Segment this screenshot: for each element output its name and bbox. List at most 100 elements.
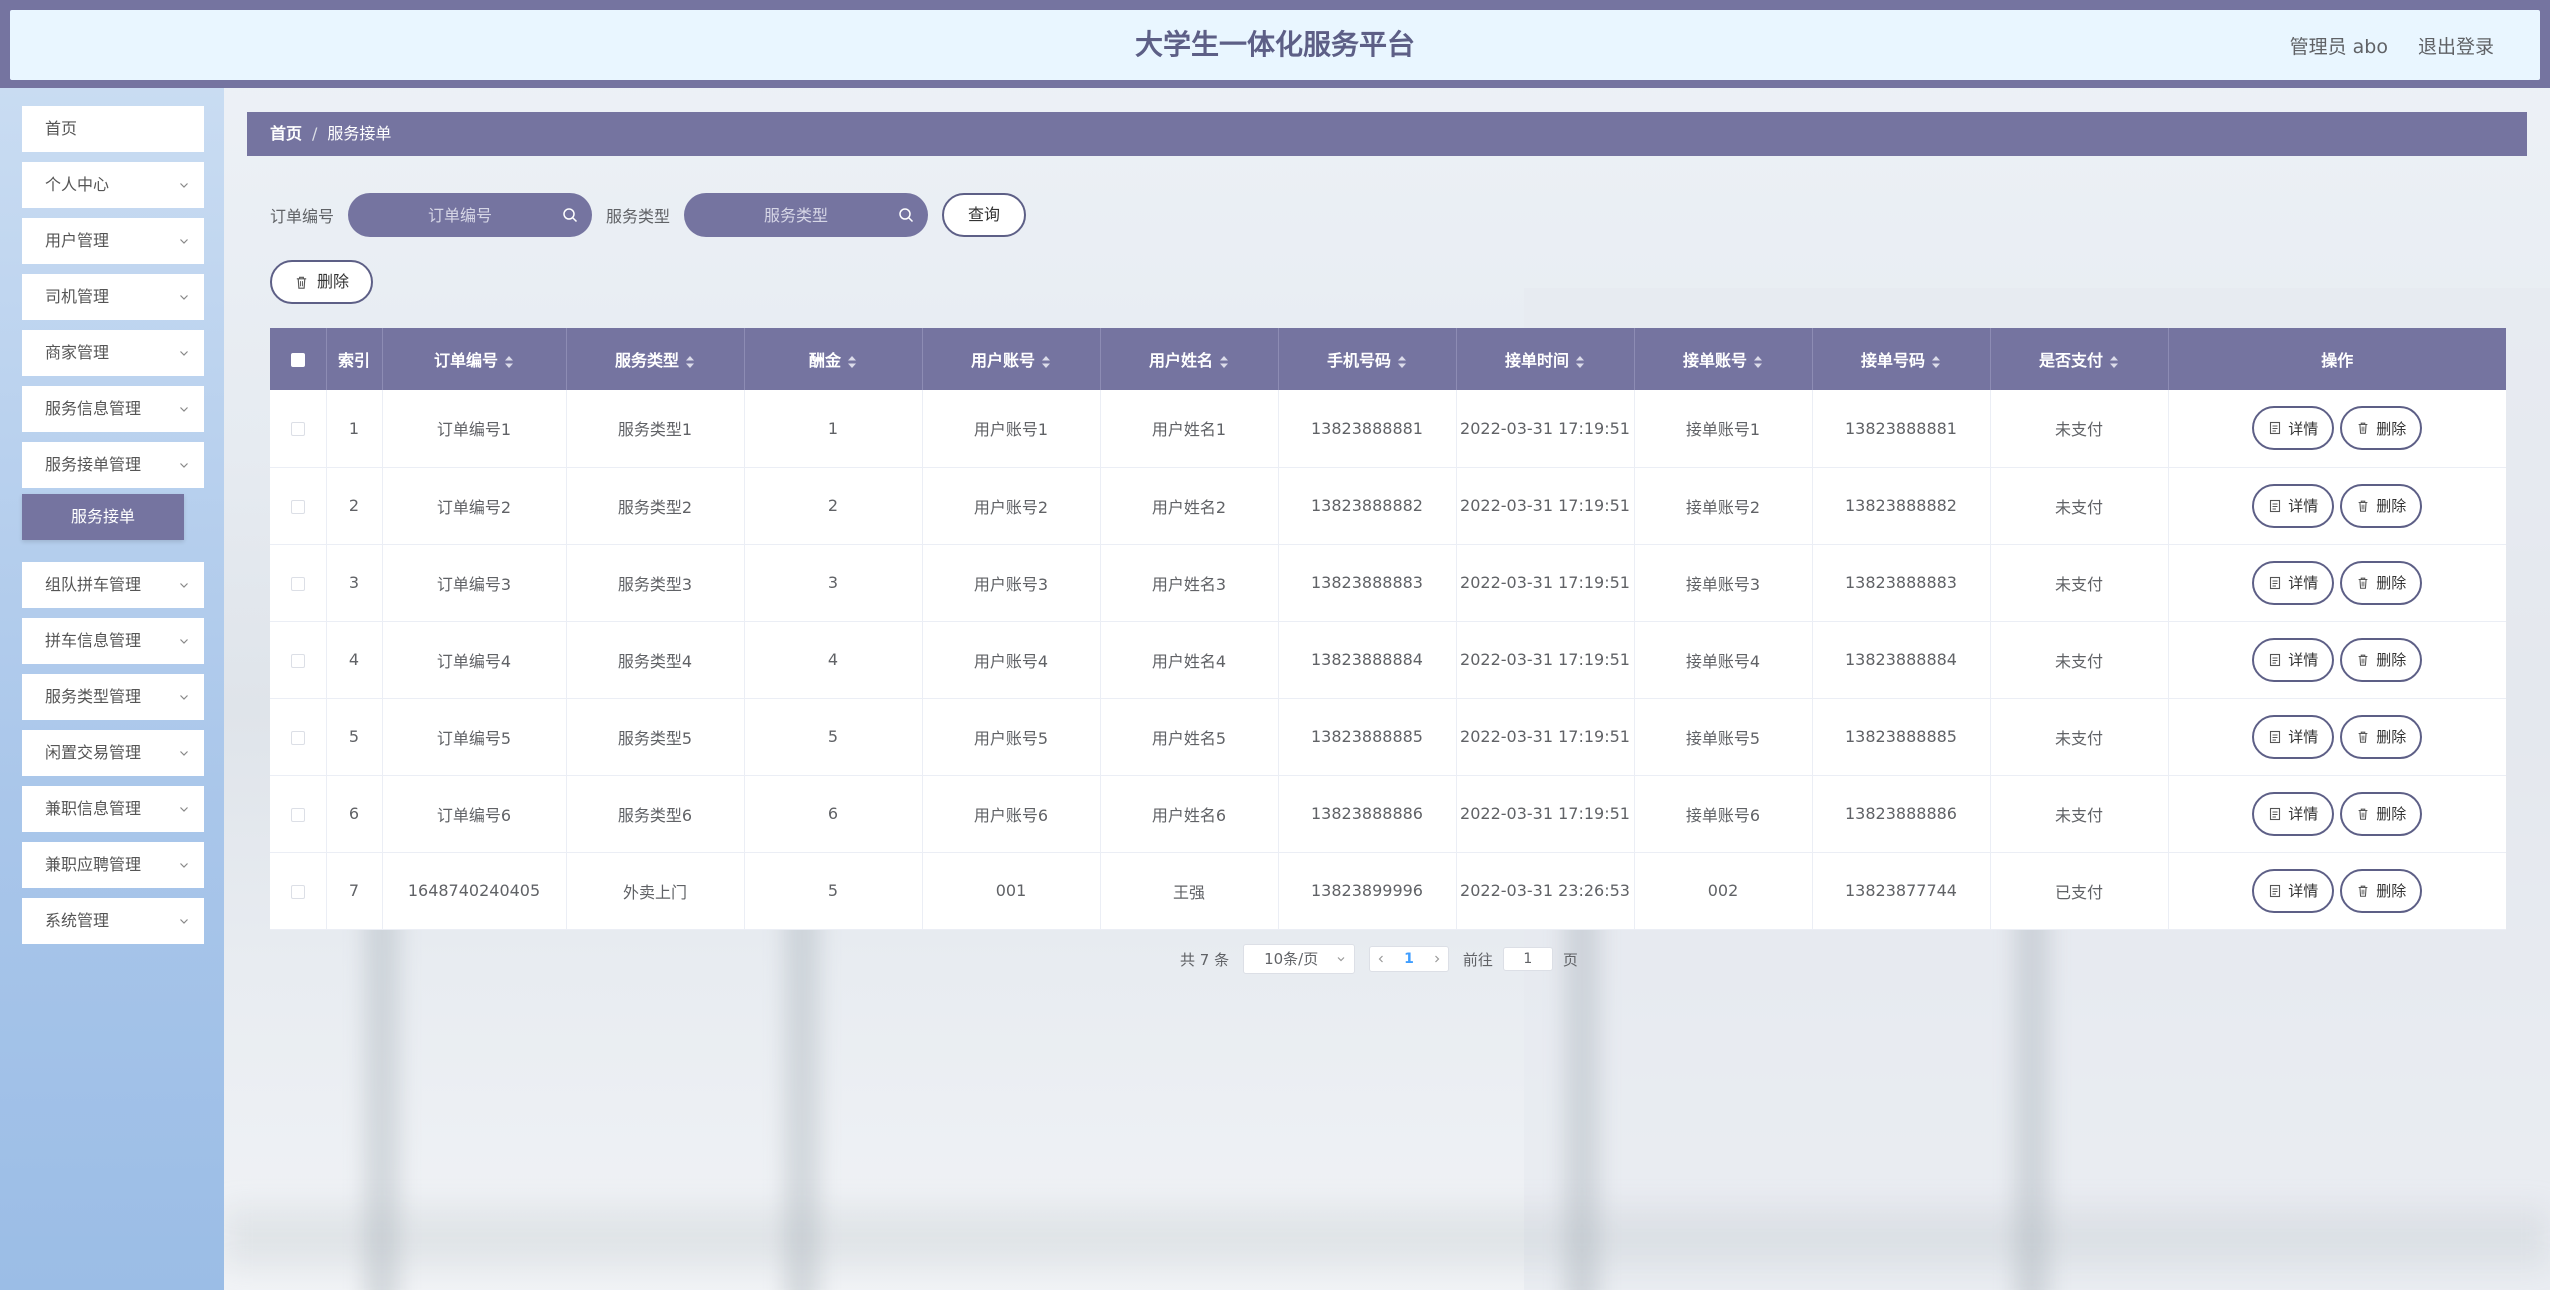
row-checkbox[interactable] (290, 807, 305, 822)
table-cell: 服务类型3 (566, 544, 745, 622)
batch-delete-label: 删除 (317, 272, 350, 291)
sidebar-item[interactable]: 系统管理 (22, 898, 204, 944)
sidebar-item-label: 商家管理 (45, 343, 110, 362)
column-header-label: 接单时间 (1504, 351, 1569, 370)
document-icon (2270, 576, 2281, 589)
table-cell: 2 (744, 467, 923, 545)
order-number-input[interactable] (348, 193, 593, 237)
top-header: 大学生一体化服务平台 管理员 abo 退出登录 (0, 0, 2550, 88)
page-size-value: 10条/页 (1264, 950, 1319, 968)
column-header: 索引 (326, 328, 383, 390)
column-header: 用户账号 (922, 328, 1101, 390)
sidebar-item[interactable]: 服务类型管理 (22, 674, 204, 720)
sidebar-item[interactable]: 服务接单管理 (22, 442, 204, 488)
column-header: 接单账号 (1634, 328, 1813, 390)
detail-button[interactable]: 详情 (2252, 406, 2335, 451)
sort-icon[interactable] (2109, 355, 2119, 369)
page-size-select[interactable]: 10条/页 (1243, 944, 1356, 974)
chevron-down-icon (180, 751, 188, 756)
trash-icon (2358, 577, 2368, 589)
breadcrumb-home[interactable]: 首页 (270, 112, 302, 156)
delete-button[interactable]: 删除 (2340, 637, 2423, 682)
query-button[interactable]: 查询 (942, 193, 1027, 237)
detail-button[interactable]: 详情 (2252, 714, 2335, 759)
sidebar-item[interactable]: 首页 (22, 106, 204, 152)
delete-button[interactable]: 删除 (2340, 791, 2423, 836)
sidebar-item[interactable]: 用户管理 (22, 218, 204, 264)
sidebar-item-label: 兼职应聘管理 (45, 855, 142, 874)
delete-button[interactable]: 删除 (2340, 868, 2423, 913)
delete-button[interactable]: 删除 (2340, 560, 2423, 605)
row-checkbox[interactable] (290, 884, 305, 899)
sort-icon[interactable] (1219, 355, 1229, 369)
row-checkbox[interactable] (290, 576, 305, 591)
sidebar-item[interactable]: 司机管理 (22, 274, 204, 320)
goto-page-input[interactable]: 1 (1502, 947, 1553, 971)
detail-button[interactable]: 详情 (2252, 637, 2335, 682)
detail-label: 详情 (2288, 419, 2319, 438)
sidebar-chevron (178, 842, 190, 888)
sort-icon[interactable] (504, 355, 514, 369)
trash-icon (2358, 808, 2368, 820)
select-all-checkbox[interactable] (290, 353, 305, 367)
sidebar-item[interactable]: 兼职信息管理 (22, 786, 204, 832)
total-count: 共 7 条 (1180, 950, 1230, 969)
detail-button[interactable]: 详情 (2252, 483, 2335, 528)
sidebar-item[interactable]: 商家管理 (22, 330, 204, 376)
trash-icon (296, 276, 307, 289)
service-type-input[interactable] (684, 193, 929, 237)
sidebar-item[interactable]: 服务信息管理 (22, 386, 204, 432)
sidebar-chevron (178, 898, 190, 944)
delete-button[interactable]: 删除 (2340, 406, 2423, 451)
prev-page-icon[interactable] (1376, 954, 1386, 964)
sidebar-item[interactable]: 闲置交易管理 (22, 730, 204, 776)
document-icon (2270, 807, 2281, 820)
column-header: 用户姓名 (1100, 328, 1279, 390)
row-checkbox[interactable] (290, 499, 305, 514)
sidebar-item[interactable]: 个人中心 (22, 162, 204, 208)
table-cell: 未支付 (1990, 544, 2169, 622)
trash-icon (2358, 885, 2368, 897)
sort-icon[interactable] (847, 355, 857, 369)
table-cell: 未支付 (1990, 467, 2169, 545)
sidebar-item[interactable]: 组队拼车管理 (22, 562, 204, 608)
sort-icon[interactable] (1397, 355, 1407, 369)
sort-icon[interactable] (1575, 355, 1585, 369)
delete-button[interactable]: 删除 (2340, 483, 2423, 528)
row-actions: 详情 删除 (2168, 390, 2506, 468)
sort-icon[interactable] (1931, 355, 1941, 369)
logout-link[interactable]: 退出登录 (2418, 32, 2494, 59)
current-page[interactable]: 1 (1404, 951, 1414, 967)
sort-icon[interactable] (685, 355, 695, 369)
sort-icon[interactable] (1753, 355, 1763, 369)
column-header-label: 用户账号 (970, 351, 1035, 370)
row-actions: 详情 删除 (2168, 621, 2506, 699)
table-cell: 未支付 (1990, 775, 2169, 853)
sidebar-subitem-active[interactable]: 服务接单 (22, 494, 184, 540)
table-cell: 订单编号4 (382, 621, 567, 699)
table-cell: 6 (326, 775, 383, 853)
column-header: 操作 (2168, 328, 2506, 390)
sidebar-item-label: 拼车信息管理 (45, 631, 142, 650)
row-actions: 详情 删除 (2168, 852, 2506, 930)
sidebar-item-label: 服务接单管理 (45, 455, 142, 474)
delete-button[interactable]: 删除 (2340, 714, 2423, 759)
sidebar-item[interactable]: 兼职应聘管理 (22, 842, 204, 888)
service-type-search (684, 193, 929, 237)
sort-icon[interactable] (1041, 355, 1051, 369)
row-select-cell (270, 467, 327, 545)
sidebar-item[interactable]: 拼车信息管理 (22, 618, 204, 664)
row-checkbox[interactable] (290, 730, 305, 745)
next-page-icon[interactable] (1432, 954, 1442, 964)
detail-button[interactable]: 详情 (2252, 791, 2335, 836)
detail-button[interactable]: 详情 (2252, 560, 2335, 605)
detail-button[interactable]: 详情 (2252, 868, 2335, 913)
table-row: 2 订单编号2 服务类型2 2 用户账号2 用户姓名2 13823888882 2022-03… (270, 467, 2506, 545)
table-cell: 13823888886 (1278, 775, 1457, 853)
chevron-down-icon (180, 639, 188, 644)
row-checkbox[interactable] (290, 422, 305, 437)
table-cell: 13823888883 (1278, 544, 1457, 622)
batch-delete-button[interactable]: 删除 (270, 260, 374, 304)
row-checkbox[interactable] (290, 653, 305, 668)
table-cell: 7 (326, 852, 383, 930)
